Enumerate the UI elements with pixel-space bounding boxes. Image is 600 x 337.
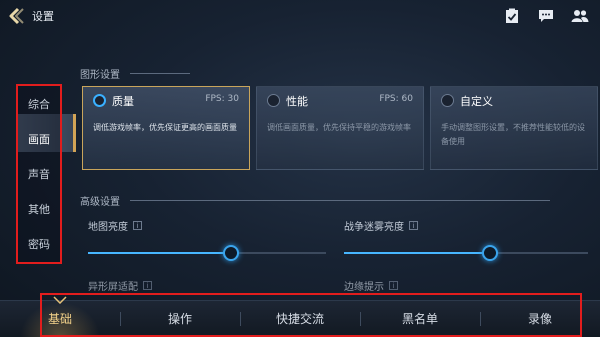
preset-card-performance[interactable]: 性能 FPS: 60 调低画面质量，优先保持平稳的游戏帧率 <box>256 86 424 170</box>
preset-card-quality[interactable]: 质量 FPS: 30 调低游戏帧率，优先保证更高的画面质量 <box>82 86 250 170</box>
tab-basic[interactable]: 基础 <box>0 300 120 337</box>
map-brightness-label: 地图亮度 i <box>88 218 142 233</box>
tab-blacklist[interactable]: 黑名单 <box>360 300 480 337</box>
advanced-section-title: 高级设置 <box>80 197 120 208</box>
graphics-section-title: 图形设置 <box>80 70 120 81</box>
top-icon-group <box>502 6 590 26</box>
setting-label-text: 异形屏适配 <box>88 282 138 293</box>
map-brightness-slider[interactable] <box>88 245 326 261</box>
radio-icon <box>267 94 280 107</box>
preset-name: 性能 <box>286 95 308 108</box>
slider-thumb[interactable] <box>222 245 239 261</box>
settings-panel: 图形设置 质量 FPS: 30 调低游戏帧率，优先保证更高的画面质量 性能 FP… <box>80 60 600 300</box>
preset-name: 自定义 <box>460 95 493 108</box>
friends-icon[interactable] <box>570 6 590 26</box>
back-arrow-icon <box>9 7 24 25</box>
edge-hint-label[interactable]: 边缘提示 i <box>344 278 398 293</box>
info-icon[interactable]: i <box>143 281 152 290</box>
slider-fill <box>88 252 231 254</box>
preset-description: 调低画面质量，优先保持平稳的游戏帧率 <box>267 123 411 132</box>
info-icon[interactable]: i <box>133 221 142 230</box>
divider <box>130 73 190 74</box>
slider-label-text: 地图亮度 <box>88 222 128 233</box>
divider <box>130 200 550 201</box>
tab-replay[interactable]: 录像 <box>480 300 600 337</box>
sidebar-item-general[interactable]: 综合 <box>18 86 60 121</box>
tab-quick-chat[interactable]: 快捷交流 <box>240 300 360 337</box>
preset-name: 质量 <box>112 95 134 108</box>
task-checklist-icon[interactable] <box>502 6 522 26</box>
sidebar-item-sound[interactable]: 声音 <box>18 156 60 191</box>
page-title: 设置 <box>32 10 54 23</box>
notch-adaptation-label[interactable]: 异形屏适配 i <box>88 278 152 293</box>
fog-brightness-slider[interactable] <box>344 245 588 261</box>
preset-card-custom[interactable]: 自定义 手动调整图形设置，不推荐性能较低的设备使用 <box>430 86 598 170</box>
preset-description: 调低游戏帧率，优先保证更高的画面质量 <box>93 123 237 132</box>
chat-icon[interactable] <box>536 6 556 26</box>
radio-selected-icon <box>93 94 106 107</box>
preset-description: 手动调整图形设置，不推荐性能较低的设备使用 <box>441 123 585 146</box>
advanced-section-header: 高级设置 <box>80 193 550 208</box>
graphics-section-header: 图形设置 <box>80 66 190 81</box>
info-icon[interactable]: i <box>409 221 418 230</box>
radio-icon <box>441 94 454 107</box>
sidebar-item-graphics[interactable]: 画面 <box>18 121 60 156</box>
sidebar-item-password[interactable]: 密码 <box>18 227 60 262</box>
info-icon[interactable]: i <box>389 281 398 290</box>
tab-controls[interactable]: 操作 <box>120 300 240 337</box>
preset-fps: FPS: 60 <box>379 94 413 104</box>
preset-fps: FPS: 30 <box>205 94 239 104</box>
fog-brightness-label: 战争迷雾亮度 i <box>344 218 418 233</box>
slider-fill <box>344 252 491 254</box>
back-button[interactable]: 设置 <box>6 5 68 27</box>
slider-thumb[interactable] <box>482 245 499 261</box>
sidebar: 综合 画面 声音 其他 密码 <box>16 84 62 264</box>
slider-label-text: 战争迷雾亮度 <box>344 222 404 233</box>
top-bar: 设置 <box>0 0 600 34</box>
sidebar-item-other[interactable]: 其他 <box>18 192 60 227</box>
setting-label-text: 边缘提示 <box>344 282 384 293</box>
